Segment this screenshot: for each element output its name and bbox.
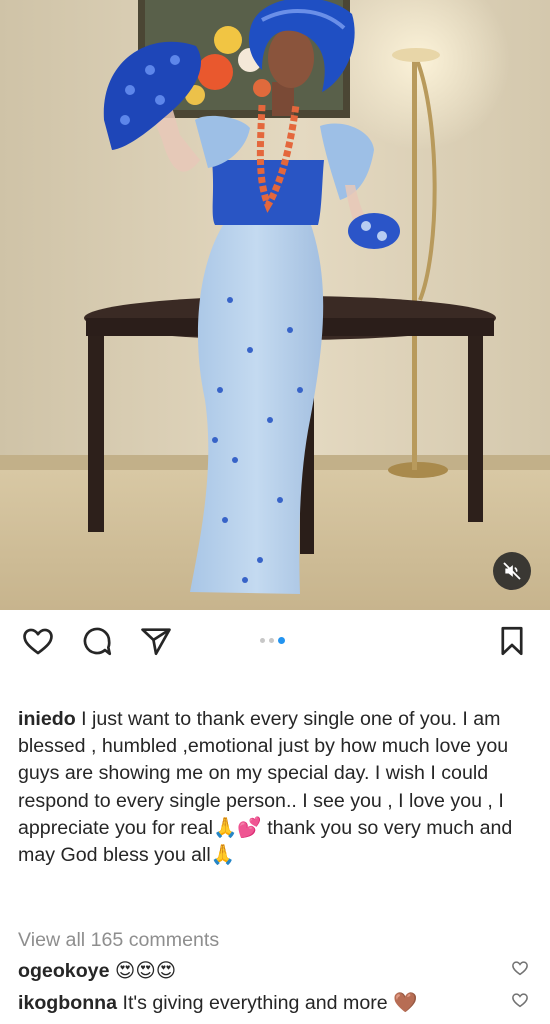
comment-text: It's giving everything and more 🤎 [122,992,418,1014]
caption-line: guys are showing me on my special day. I… [18,762,489,785]
bookmark-icon [501,626,523,656]
comment-item: ogeokoye 😍😍😍 [18,958,498,984]
comment-text: 😍😍😍 [114,960,177,982]
speech-bubble-icon [83,627,112,656]
view-all-comments-link[interactable]: View all 165 comments [18,929,219,952]
carousel-indicator [260,636,285,644]
speaker-muted-icon [503,562,521,580]
carousel-dot [260,637,265,643]
like-button[interactable] [21,624,55,658]
post-photo-illustration [0,0,550,610]
mute-button[interactable] [493,552,531,590]
caption-line: blessed , humbled ,emotional just by how… [18,735,509,758]
caption-line: I just want to thank every single one of… [81,708,501,730]
comment-button[interactable] [80,624,114,658]
carousel-dot [269,637,274,643]
share-button[interactable] [139,624,173,658]
caption-username[interactable]: iniedo [18,708,76,730]
heart-icon [512,993,528,1008]
post-caption: iniedo I just want to thank every single… [18,706,536,869]
caption-line: may God bless you all🙏 [18,844,236,867]
heart-icon [512,961,528,976]
caption-line: appreciate you for real🙏💕 thank you so v… [18,816,513,839]
comment-username[interactable]: ogeokoye [18,960,109,982]
paper-plane-icon [141,628,171,656]
comment-item: ikogbonna It's giving everything and mor… [18,990,498,1016]
comment-like-button[interactable] [511,991,529,1009]
post-photo[interactable] [0,0,550,610]
comment-username[interactable]: ikogbonna [18,992,117,1014]
save-button[interactable] [495,624,529,658]
carousel-dot-active [278,636,285,644]
heart-icon [23,628,53,655]
caption-line: respond to every single person.. I see y… [18,789,504,812]
comment-like-button[interactable] [511,959,529,977]
